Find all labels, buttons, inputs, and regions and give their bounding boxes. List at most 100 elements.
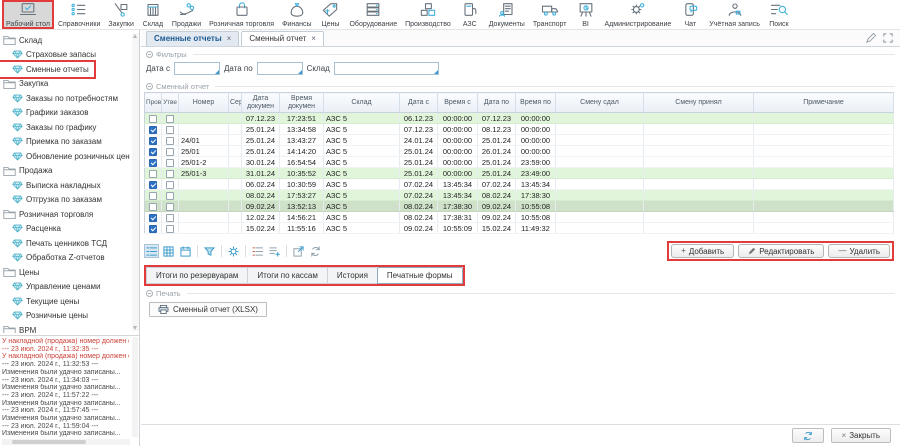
col-shift-took[interactable]: Смену принял xyxy=(644,93,754,113)
tree-item[interactable]: Графики заказов xyxy=(0,106,139,121)
proveden-checkbox[interactable] xyxy=(149,126,157,134)
table-row[interactable]: 12.02.24 14:56:21 АЗС 5 08.02.24 17:38:3… xyxy=(145,212,894,223)
col-time-to[interactable]: Время по xyxy=(516,93,556,113)
tree-item[interactable]: Обработка Z-отчетов xyxy=(0,251,139,266)
add-button[interactable]: +Добавить xyxy=(671,244,734,258)
date-from-input[interactable] xyxy=(175,63,219,74)
tree-item[interactable]: Приемка по заказам xyxy=(0,135,139,150)
tree-item[interactable]: Текущие цены xyxy=(0,294,139,309)
tree-item[interactable]: Выписка накладных xyxy=(0,178,139,193)
table-row[interactable]: 25/01 25.01.24 14:14:20 АЗС 5 25.01.24 0… xyxy=(145,146,894,157)
warehouse-input[interactable] xyxy=(335,63,438,74)
table-row[interactable]: 08.02.24 17:53:27 АЗС 5 07.02.24 13:45:3… xyxy=(145,190,894,201)
utverzhden-checkbox[interactable] xyxy=(166,192,174,200)
tree-item[interactable]: Обновление розничных цен xyxy=(0,149,139,164)
proveden-checkbox[interactable] xyxy=(149,137,157,145)
tree-item[interactable]: Отгрузка по заказам xyxy=(0,193,139,208)
proveden-checkbox[interactable] xyxy=(149,203,157,211)
tree-item[interactable]: Цены xyxy=(0,265,139,280)
tree-item[interactable]: BPM xyxy=(0,323,139,333)
tree-item[interactable]: Розничная торговля xyxy=(0,207,139,222)
col-time-from[interactable]: Время с xyxy=(438,93,478,113)
utverzhden-checkbox[interactable] xyxy=(166,126,174,134)
tree-item[interactable]: Заказы по графику xyxy=(0,120,139,135)
toolbar-item-account[interactable]: Учётная запись xyxy=(705,0,764,29)
tree-item[interactable]: Расценка xyxy=(0,222,139,237)
table-row[interactable]: 25/01-3 31.01.24 10:35:52 АЗС 5 25.01.24… xyxy=(145,168,894,179)
toolbar-item-directories[interactable]: Справочники xyxy=(54,0,104,29)
col-series[interactable]: Сери xyxy=(229,93,242,113)
table-row[interactable]: 07.12.23 17:23:51 АЗС 5 06.12.23 00:00:0… xyxy=(145,113,894,124)
toolbar-item-desktop[interactable]: Рабочий стол xyxy=(2,0,54,29)
toolbar-item-retail[interactable]: Розничная торговля xyxy=(205,0,278,29)
tree-item[interactable]: Печать ценников ТСД xyxy=(0,236,139,251)
utverzhden-checkbox[interactable] xyxy=(166,170,174,178)
utverzhden-checkbox[interactable] xyxy=(166,159,174,167)
collapse-toggle-icon[interactable] xyxy=(146,51,153,58)
print-report-button[interactable]: Сменный отчет (XLSX) xyxy=(149,302,267,317)
view-list-icon[interactable] xyxy=(144,244,159,258)
toolbar-item-transport[interactable]: Транспорт xyxy=(529,0,571,29)
table-row[interactable]: 24/01 25.01.24 13:43:27 АЗС 5 24.01.24 0… xyxy=(145,135,894,146)
proveden-checkbox[interactable] xyxy=(149,170,157,178)
tree-item[interactable]: Розничные цены xyxy=(0,309,139,324)
tab-shift-reports[interactable]: Сменные отчеты × xyxy=(146,31,239,46)
subtab[interactable]: История xyxy=(327,267,377,284)
proveden-checkbox[interactable] xyxy=(149,115,157,123)
utverzhden-checkbox[interactable] xyxy=(166,181,174,189)
close-button[interactable]: × Закрыть xyxy=(831,428,891,443)
proveden-checkbox[interactable] xyxy=(149,192,157,200)
toolbar-item-production[interactable]: Производство xyxy=(401,0,455,29)
add-list-icon[interactable] xyxy=(267,244,282,258)
toolbar-item-purchases[interactable]: Закупки xyxy=(104,0,138,29)
toolbar-item-bi[interactable]: BI xyxy=(571,0,601,29)
toolbar-item-equipment[interactable]: Оборудование xyxy=(345,0,401,29)
tree-item[interactable]: Заказы по потребностям xyxy=(0,91,139,106)
numbered-list-icon[interactable] xyxy=(250,244,265,258)
toolbar-item-documents[interactable]: Документы xyxy=(485,0,529,29)
proveden-checkbox[interactable] xyxy=(149,225,157,233)
view-grid-icon[interactable] xyxy=(161,244,176,258)
filter-icon[interactable] xyxy=(202,244,217,258)
toolbar-item-search[interactable]: Поиск xyxy=(764,0,794,29)
col-doc-time[interactable]: Время докумен xyxy=(280,93,324,113)
tab-close-icon[interactable]: × xyxy=(311,34,316,43)
toolbar-item-warehouse[interactable]: Склад xyxy=(138,0,168,29)
tree-item[interactable]: Сменные отчеты xyxy=(0,62,94,77)
tab-close-icon[interactable]: × xyxy=(227,34,232,43)
log-vertical-scrollbar[interactable] xyxy=(132,337,138,437)
proveden-checkbox[interactable] xyxy=(149,148,157,156)
tree-item[interactable]: Управление ценами xyxy=(0,280,139,295)
utverzhden-checkbox[interactable] xyxy=(166,115,174,123)
col-utverzhden[interactable]: Утве xyxy=(162,93,179,113)
toolbar-item-finance[interactable]: Финансы xyxy=(278,0,315,29)
col-date-to[interactable]: Дата по xyxy=(478,93,516,113)
tab-shift-report[interactable]: Сменный отчет × xyxy=(241,31,324,46)
tree-scrollbar[interactable] xyxy=(132,33,139,331)
subtab[interactable]: Итоги по резервуарам xyxy=(146,267,247,284)
toolbar-item-gas-station[interactable]: АЗС xyxy=(455,0,485,29)
utverzhden-checkbox[interactable] xyxy=(166,148,174,156)
tree-item[interactable]: Закупка xyxy=(0,77,139,92)
edit-pencil-icon[interactable] xyxy=(866,33,876,43)
date-to-input[interactable] xyxy=(258,63,302,74)
col-note[interactable]: Примечание xyxy=(754,93,894,113)
col-warehouse[interactable]: Склад xyxy=(324,93,400,113)
tree-item[interactable]: Склад xyxy=(0,33,139,48)
col-shift-gave[interactable]: Смену сдал xyxy=(556,93,644,113)
refresh-button[interactable] xyxy=(792,428,824,443)
table-row[interactable]: 15.02.24 11:55:16 АЗС 5 09.02.24 10:55:0… xyxy=(145,223,894,234)
col-date-from[interactable]: Дата с xyxy=(400,93,438,113)
toolbar-item-administration[interactable]: Администрирование xyxy=(601,0,676,29)
toolbar-item-chat[interactable]: Чат xyxy=(675,0,705,29)
tree-item[interactable]: Продажа xyxy=(0,164,139,179)
tree-item[interactable]: Страховые запасы xyxy=(0,48,139,63)
toolbar-item-prices[interactable]: Цены xyxy=(315,0,345,29)
edit-button[interactable]: Редактировать xyxy=(738,244,824,258)
proveden-checkbox[interactable] xyxy=(149,159,157,167)
toolbar-item-sales[interactable]: Продажи xyxy=(168,0,205,29)
col-number[interactable]: Номер xyxy=(179,93,229,113)
table-row[interactable]: 09.02.24 13:52:13 АЗС 5 08.02.24 17:38:3… xyxy=(145,201,894,212)
proveden-checkbox[interactable] xyxy=(149,181,157,189)
subtab[interactable]: Итоги по кассам xyxy=(247,267,326,284)
